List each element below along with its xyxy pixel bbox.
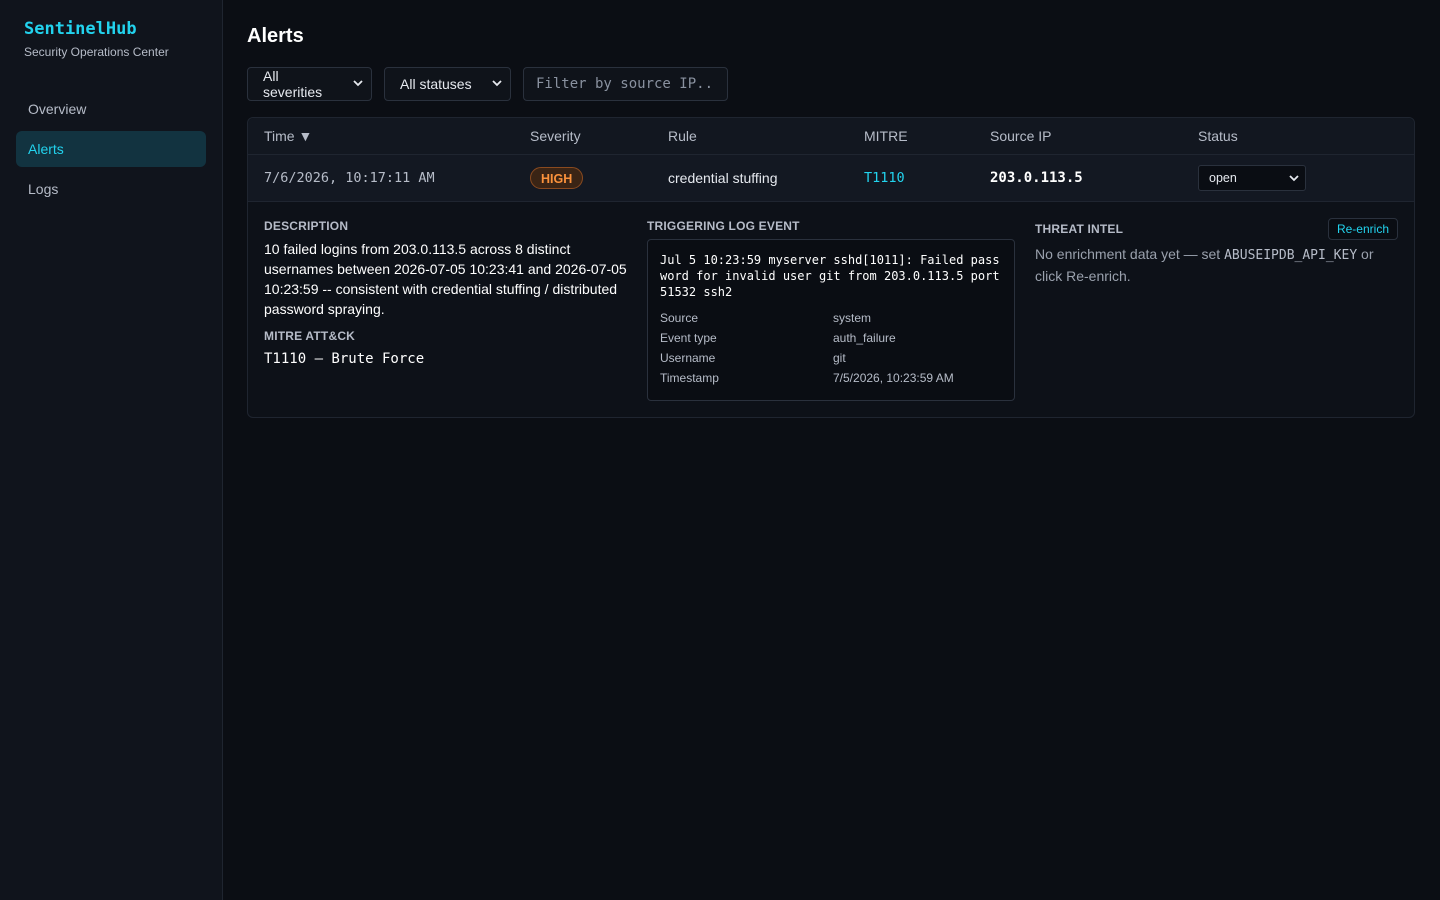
re-enrich-button[interactable]: Re-enrich — [1327, 218, 1398, 240]
log-field-value: auth_failure — [833, 331, 896, 345]
api-key-env-var: ABUSEIPDB_API_KEY — [1224, 248, 1358, 263]
chevron-down-icon — [492, 79, 502, 90]
log-event-section: TRIGGERING LOG EVENT Jul 5 10:23:59 myse… — [647, 218, 1015, 401]
threat-intel-header: THREAT INTEL Re-enrich — [1035, 218, 1398, 240]
threat-intel-section: THREAT INTEL Re-enrich No enrichment dat… — [1035, 218, 1398, 401]
filter-bar: All severities All statuses — [247, 67, 1416, 101]
sidebar-nav: Overview Alerts Logs — [16, 91, 206, 207]
column-header-source-ip: Source IP — [990, 128, 1052, 144]
table-row[interactable]: 7/6/2026, 10:17:11 AM HIGH credential st… — [248, 155, 1414, 202]
raw-log-line: Jul 5 10:23:59 myserver sshd[1011]: Fail… — [660, 253, 1000, 299]
log-field-key: Source — [660, 311, 699, 325]
chevron-down-icon — [1289, 171, 1299, 185]
source-ip: 203.0.113.5 — [990, 170, 1083, 186]
threat-intel-message: No enrichment data yet — set ABUSEIPDB_A… — [1035, 244, 1398, 286]
description-label: DESCRIPTION — [264, 219, 349, 233]
log-field-key: Timestamp — [660, 371, 719, 385]
main-content: Alerts All severities All statuses Time … — [223, 0, 1440, 900]
mitre-technique: T1110 — Brute Force — [264, 351, 425, 367]
severity-cell: HIGH — [530, 167, 668, 189]
threat-intel-text: No enrichment data yet — set — [1035, 246, 1225, 262]
threat-intel-label: THREAT INTEL — [1035, 222, 1124, 236]
log-field: Timestamp 7/5/2026, 10:23:59 AM — [660, 368, 1002, 388]
alert-rule: credential stuffing — [668, 170, 778, 186]
alerts-table: Time ▼ Severity Rule MITRE Source IP Sta… — [247, 117, 1415, 418]
log-event-label: TRIGGERING LOG EVENT — [647, 219, 800, 233]
chevron-down-icon — [353, 79, 363, 90]
log-field-value: git — [833, 351, 846, 365]
status-cell: open — [1198, 165, 1398, 191]
alert-description: 10 failed logins from 203.0.113.5 across… — [264, 241, 627, 317]
log-field-key: Event type — [660, 331, 717, 345]
mitre-link[interactable]: T1110 — [864, 170, 990, 186]
table-header-row: Time ▼ Severity Rule MITRE Source IP Sta… — [248, 118, 1414, 155]
column-header-severity: Severity — [530, 128, 581, 144]
alert-time: 7/6/2026, 10:17:11 AM — [264, 170, 435, 186]
page-title: Alerts — [247, 25, 304, 47]
log-field: Event type auth_failure — [660, 328, 1002, 348]
column-header-rule: Rule — [668, 128, 697, 144]
source-ip-filter-input[interactable] — [523, 67, 728, 101]
log-field-value: 7/5/2026, 10:23:59 AM — [833, 371, 954, 385]
status-filter-select[interactable]: All statuses — [384, 67, 511, 101]
severity-filter-select[interactable]: All severities — [247, 67, 372, 101]
column-header-time[interactable]: Time ▼ — [264, 128, 530, 144]
sidebar-item-logs[interactable]: Logs — [16, 171, 206, 207]
severity-filter-value: All severities — [263, 68, 323, 100]
log-field-key: Username — [660, 351, 716, 365]
description-section: DESCRIPTION 10 failed logins from 203.0.… — [264, 218, 627, 401]
status-filter-value: All statuses — [400, 76, 472, 92]
log-field: Source system — [660, 308, 1002, 328]
sidebar: SentinelHub Security Operations Center O… — [0, 0, 223, 900]
brand-logo[interactable]: SentinelHub — [16, 19, 206, 39]
log-field: Username git — [660, 348, 1002, 368]
alert-status-select[interactable]: open — [1198, 165, 1306, 191]
brand-subtitle: Security Operations Center — [24, 45, 169, 59]
sidebar-item-alerts[interactable]: Alerts — [16, 131, 206, 167]
log-field-value: system — [833, 311, 872, 325]
log-event-box: Jul 5 10:23:59 myserver sshd[1011]: Fail… — [647, 239, 1015, 401]
severity-badge: HIGH — [530, 167, 584, 189]
sidebar-item-overview[interactable]: Overview — [16, 91, 206, 127]
column-header-status: Status — [1198, 128, 1238, 144]
alert-detail-panel: DESCRIPTION 10 failed logins from 203.0.… — [248, 202, 1414, 417]
column-header-mitre: MITRE — [864, 128, 908, 144]
alert-status-value: open — [1209, 171, 1237, 185]
mitre-attack-label: MITRE ATT&CK — [264, 329, 356, 343]
